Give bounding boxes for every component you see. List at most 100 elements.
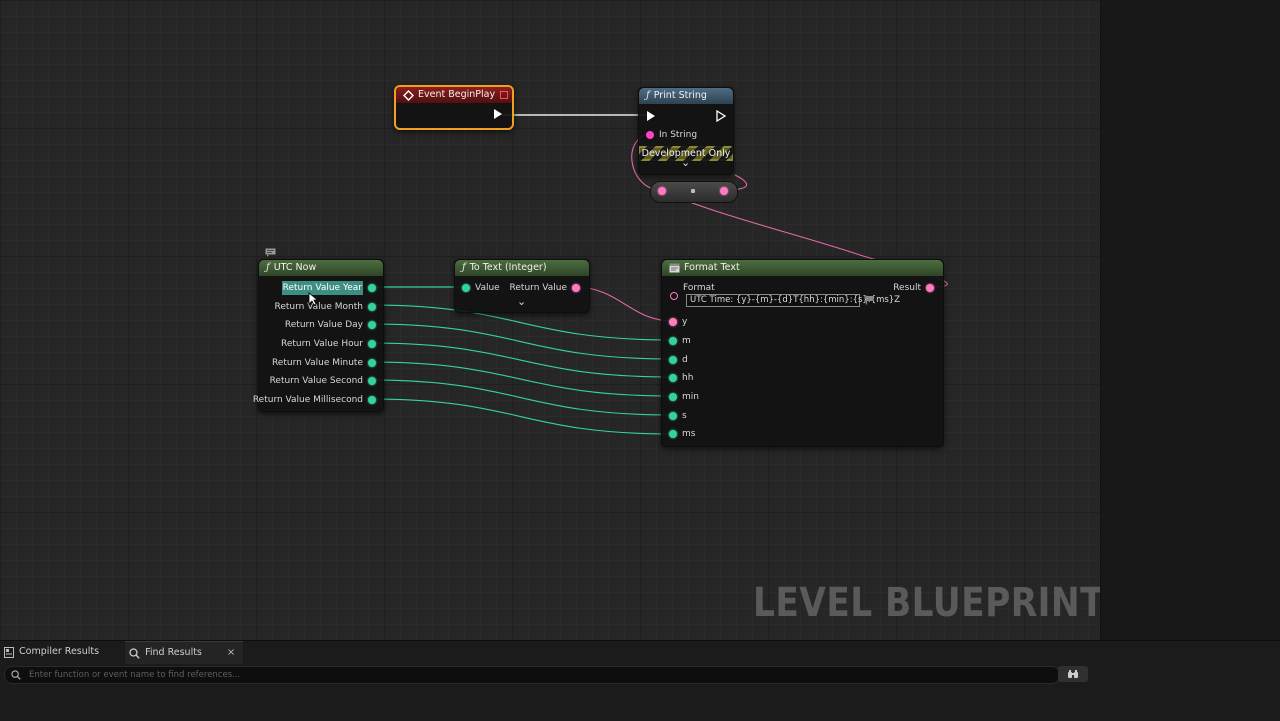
to-text-return-pin[interactable]	[572, 284, 580, 292]
hh-label: hh	[682, 373, 694, 383]
m-pin-row[interactable]: m	[669, 334, 691, 348]
in-string-pin[interactable]	[646, 131, 654, 139]
format-text-title: Format Text	[684, 262, 740, 273]
format-text-icon	[669, 263, 680, 273]
min-pin[interactable]	[669, 393, 677, 401]
ms-pin[interactable]	[669, 430, 677, 438]
reroute-in-pin[interactable]	[658, 187, 666, 195]
return-value-day-pin-row[interactable]: Return Value Day	[285, 318, 376, 332]
to-text-value-pin-row[interactable]: Value	[462, 281, 500, 295]
format-text-node[interactable]: Format Text Format UTC Time: {y}-{m}-{d}…	[661, 259, 944, 447]
format-label-row: Format	[683, 281, 715, 295]
to-text-return-pin-row[interactable]: Return Value	[510, 281, 580, 295]
format-label: Format	[683, 283, 715, 293]
min-pin-row[interactable]: min	[669, 390, 699, 404]
return-value-second-pin[interactable]	[368, 377, 376, 385]
d-pin[interactable]	[669, 356, 677, 364]
search-icon	[11, 670, 21, 680]
compiler-results-icon	[4, 646, 14, 658]
level-blueprint-watermark: LEVEL BLUEPRINT	[753, 580, 1100, 626]
min-label: min	[682, 392, 699, 402]
format-text-header: Format Text	[662, 260, 943, 276]
function-icon: ƒ	[646, 90, 650, 101]
details-panel-edge	[1100, 0, 1280, 640]
reroute-out-pin[interactable]	[720, 187, 728, 195]
in-string-label: In String	[659, 130, 698, 140]
reroute-node[interactable]	[650, 181, 738, 203]
s-pin[interactable]	[669, 412, 677, 420]
find-in-all-blueprints-button[interactable]	[1058, 666, 1088, 682]
to-text-integer-node[interactable]: ƒ To Text (Integer) Value Return Value ⌄	[454, 259, 590, 313]
delegate-pin[interactable]	[500, 91, 508, 99]
to-text-expand-arrow[interactable]: ⌄	[517, 296, 526, 307]
ms-pin-row[interactable]: ms	[669, 427, 695, 441]
y-pin[interactable]	[669, 318, 677, 326]
print-string-header: ƒ Print String	[639, 88, 733, 104]
to-text-value-pin[interactable]	[462, 284, 470, 292]
format-text-input[interactable]: UTC Time: {y}-{m}-{d}T{hh}:{min}:{s}:{ms…	[686, 294, 900, 307]
event-beginplay-node[interactable]: Event BeginPlay	[394, 85, 514, 130]
close-icon[interactable]: ×	[227, 642, 235, 664]
hh-pin-row[interactable]: hh	[669, 371, 693, 385]
hh-pin[interactable]	[669, 374, 677, 382]
event-icon	[403, 89, 414, 101]
tab-find-results[interactable]: Find Results ×	[125, 641, 244, 664]
tab-compiler-results-label: Compiler Results	[19, 646, 100, 657]
return-value-day-pin[interactable]	[368, 321, 376, 329]
tab-find-results-label: Find Results	[145, 647, 202, 658]
print-string-title: Print String	[653, 90, 707, 101]
return-value-year-pin[interactable]	[368, 284, 376, 292]
s-pin-row[interactable]: s	[669, 409, 687, 423]
return-value-year-pin-row[interactable]: Return Value Year	[281, 281, 376, 295]
search-icon	[129, 647, 140, 659]
return-value-minute-label: Return Value Minute	[271, 358, 363, 368]
m-pin[interactable]	[669, 337, 677, 345]
to-text-value-label: Value	[475, 283, 500, 293]
return-value-month-pin[interactable]	[368, 303, 376, 311]
print-string-expand-arrow[interactable]: ⌄	[681, 157, 690, 168]
in-string-pin-row[interactable]: In String	[646, 128, 697, 142]
return-value-second-pin-row[interactable]: Return Value Second	[270, 374, 376, 388]
event-beginplay-header: Event BeginPlay	[396, 87, 512, 103]
result-pin-row[interactable]: Result	[893, 281, 934, 295]
function-icon: ƒ	[462, 262, 466, 273]
print-string-node[interactable]: ƒ Print String In String Development Onl…	[638, 87, 734, 175]
tab-compiler-results[interactable]: Compiler Results	[0, 641, 107, 663]
ms-label: ms	[682, 429, 696, 439]
bottom-panel: Compiler Results Find Results ×	[0, 640, 1280, 721]
format-pin[interactable]	[670, 292, 678, 300]
print-string-exec-out-pin[interactable]	[716, 110, 726, 122]
find-bar[interactable]	[4, 666, 1060, 684]
binoculars-icon	[1068, 670, 1078, 678]
result-pin[interactable]	[926, 284, 934, 292]
return-value-hour-pin-row[interactable]: Return Value Hour	[281, 337, 376, 351]
return-value-hour-pin[interactable]	[368, 340, 376, 348]
begin-play-exec-out-pin[interactable]	[494, 109, 502, 119]
y-label: y	[682, 317, 688, 327]
d-label: d	[682, 355, 688, 365]
print-string-exec-in-pin[interactable]	[647, 111, 655, 121]
utc-now-node[interactable]: ƒ UTC Now Return Value Year Return Value…	[253, 259, 384, 412]
s-label: s	[682, 411, 687, 421]
to-text-title: To Text (Integer)	[469, 262, 547, 273]
find-search-input[interactable]	[27, 669, 931, 681]
reroute-center-dot	[691, 189, 695, 193]
wire-minute-to-min	[368, 361, 674, 397]
flag-icon[interactable]	[865, 295, 875, 305]
event-beginplay-title: Event BeginPlay	[418, 89, 496, 100]
return-value-millisecond-pin-row[interactable]: Return Value Millisecond	[253, 393, 376, 407]
y-pin-row[interactable]: y	[669, 315, 687, 329]
return-value-millisecond-pin[interactable]	[368, 396, 376, 404]
graph-canvas[interactable]: Event BeginPlay ƒ Print String In String…	[0, 0, 1100, 640]
comment-icon[interactable]	[265, 248, 276, 257]
m-label: m	[682, 336, 691, 346]
to-text-return-label: Return Value	[509, 283, 567, 293]
wire-second-to-s	[368, 379, 674, 416]
cursor-icon	[308, 292, 318, 306]
return-value-minute-pin[interactable]	[368, 359, 376, 367]
return-value-month-pin-row[interactable]: Return Value Month	[274, 300, 376, 314]
return-value-day-label: Return Value Day	[284, 320, 363, 330]
return-value-month-label: Return Value Month	[274, 302, 363, 312]
return-value-minute-pin-row[interactable]: Return Value Minute	[272, 356, 376, 370]
d-pin-row[interactable]: d	[669, 353, 688, 367]
